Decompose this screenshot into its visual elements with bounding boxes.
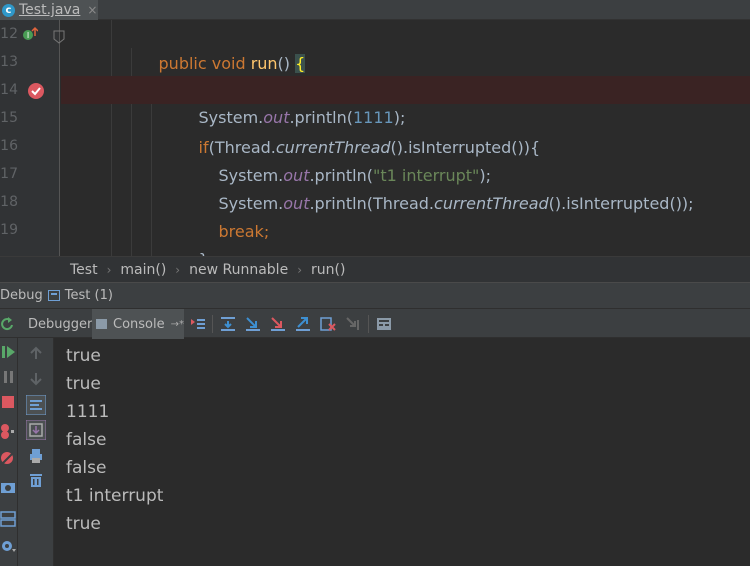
implements-method-icon[interactable]: I [22,26,38,42]
tab-console[interactable]: Console →* [92,309,184,339]
step-into-icon[interactable] [245,316,261,332]
code-line-17: System.out.println(Thread.currentThread(… [218,194,694,213]
step-over-icon[interactable] [220,316,236,332]
scroll-to-end-icon[interactable] [26,420,46,440]
print-icon[interactable] [29,448,43,464]
down-arrow-icon[interactable] [29,372,43,386]
up-arrow-icon[interactable] [29,346,43,360]
code-line-16: System.out.println("t1 interrupt"); [218,166,492,185]
code-editor[interactable]: 12 13 14 15 16 17 18 19 I public void ru… [0,20,750,256]
clear-all-icon[interactable] [29,472,43,488]
debug-toolbar: Debugger Console →* [0,308,750,339]
code-line-19: } [168,218,750,256]
run-to-cursor-icon[interactable] [345,316,361,332]
run-configuration-icon [47,290,60,301]
console-output[interactable]: true true 1111 false false t1 interrupt … [55,340,750,566]
settings-icon[interactable] [0,538,18,554]
console-line: true [66,374,101,394]
pin-icon[interactable]: →* [171,319,184,330]
code-line-12: public void run() { [158,54,306,73]
console-line: false [66,430,107,450]
chevron-right-icon: › [297,262,302,277]
close-icon[interactable]: × [87,3,97,17]
code-line-13: while(true){ [148,50,750,101]
drop-frame-icon[interactable] [320,316,336,332]
force-step-into-icon[interactable] [270,316,286,332]
line-number: 18 [0,194,18,210]
debug-tool-window-header: Debug Test (1) [0,282,750,308]
code-line-14-breakpoint: System.out.println(1111); [61,76,750,127]
breadcrumb-item-new-runnable[interactable]: new Runnable [189,262,288,278]
console-line: 1111 [66,402,110,422]
stop-icon[interactable] [1,395,15,409]
debug-session-tab[interactable]: Test (1) [65,288,113,303]
restore-layout-icon[interactable] [0,511,16,527]
breakpoint-icon[interactable] [27,82,45,100]
console-line: true [66,514,101,534]
breadcrumb: Test › main() › new Runnable › run() [0,256,750,282]
debug-title: Debug [0,288,43,303]
indent-guide [111,20,112,256]
code-area[interactable]: public void run() { while(true){ System.… [61,20,750,256]
tab-console-label: Console [113,316,165,332]
breadcrumb-item-main[interactable]: main() [120,262,166,278]
console-line: t1 interrupt [66,486,164,506]
line-number: 15 [0,110,18,126]
soft-wrap-icon[interactable] [26,395,46,415]
editor-tab-label: Test.java [19,2,81,18]
breadcrumb-item-run[interactable]: run() [311,262,345,278]
resume-program-icon[interactable] [2,345,16,359]
console-line: false [66,458,107,478]
pause-program-icon[interactable] [2,370,16,384]
line-number: 13 [0,54,18,70]
evaluate-expression-icon[interactable] [376,316,392,332]
line-number: 12 [0,26,18,42]
get-thread-dump-icon[interactable] [0,480,16,494]
line-number: 14 [0,82,18,98]
view-breakpoints-icon[interactable] [0,423,16,439]
console-icon [96,319,107,329]
step-out-icon[interactable] [295,316,311,332]
editor-tab-strip: c Test.java × [0,0,750,20]
show-execution-point-icon[interactable] [190,316,206,332]
toolbar-divider [368,315,369,333]
debug-actions-strip [0,338,18,566]
chevron-right-icon: › [106,262,112,277]
line-number: 16 [0,138,18,154]
rerun-icon[interactable] [0,316,14,332]
line-number: 17 [0,166,18,182]
code-line-15: if(Thread.currentThread().isInterrupted(… [198,138,541,157]
editor-tab-test-java[interactable]: c Test.java × [0,0,98,20]
tab-debugger[interactable]: Debugger [22,309,98,339]
toolbar-divider [212,315,213,333]
java-class-icon: c [2,3,15,17]
editor-gutter[interactable]: 12 13 14 15 16 17 18 19 I [0,20,65,256]
mute-breakpoints-icon[interactable] [0,450,16,466]
code-line-18: break; [218,222,270,241]
console-actions-strip [18,338,54,566]
breadcrumb-item-test[interactable]: Test [70,262,98,278]
line-number: 19 [0,222,18,238]
console-line: true [66,346,101,366]
svg-text:I: I [27,31,29,40]
chevron-right-icon: › [175,262,181,277]
